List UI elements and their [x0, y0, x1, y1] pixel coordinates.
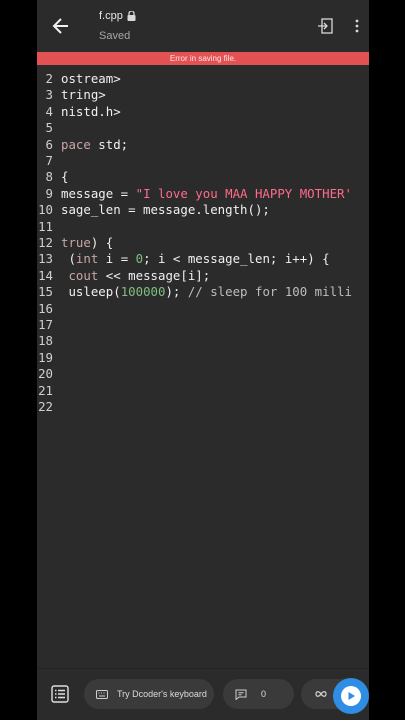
code-line: 10 sage_len = message.length(); — [37, 202, 369, 218]
line-number: 12 — [38, 235, 53, 250]
lock-icon — [127, 11, 136, 21]
line-number: 6 — [45, 136, 53, 152]
code-token: "I love you MAA HAPPY MOTHER' — [135, 185, 352, 201]
code-line: 9 message = "I love you MAA HAPPY MOTHER' — [37, 186, 369, 202]
more-vertical-icon[interactable] — [351, 18, 363, 34]
code-text: { — [61, 169, 68, 185]
line-number: 10 — [38, 202, 53, 218]
save-status: Saved — [99, 30, 131, 42]
code-line: 21 — [37, 383, 369, 399]
code-line: 11 — [37, 219, 369, 235]
comments-button[interactable]: 0 — [223, 679, 294, 709]
exit-icon[interactable] — [317, 18, 333, 34]
code-token: usleep( — [61, 284, 121, 300]
line-number: 7 — [45, 153, 53, 168]
comment-count: 0 — [261, 689, 267, 699]
code-text: nistd.h> — [61, 104, 121, 120]
code-line: 13 (int i = 0; i < message_len; i++) { — [37, 251, 369, 267]
line-number: 2 — [45, 71, 53, 86]
code-text: pace std; — [61, 137, 128, 153]
code-text: ostream> — [61, 71, 121, 87]
code-line: 2 ostream> — [37, 71, 369, 87]
code-line: 15 usleep(100000); // sleep for 100 mill… — [37, 284, 369, 300]
code-token: message = — [61, 185, 136, 201]
code-text: message = "I love you MAA HAPPY MOTHER' — [61, 186, 352, 202]
back-arrow-icon[interactable] — [51, 16, 71, 36]
top-bar: f.cpp Saved — [37, 0, 369, 50]
code-text: sage_len = message.length(); — [61, 202, 270, 218]
infinity-icon — [315, 691, 327, 697]
code-line: 17 — [37, 317, 369, 333]
code-token: { — [61, 169, 69, 185]
code-token: true — [61, 235, 91, 250]
code-token: ostream> — [61, 71, 121, 86]
code-line: 5 — [37, 120, 369, 136]
code-token: ( — [61, 251, 76, 267]
bottom-toolbar: Try Dcoder's keyboard 0 — [37, 668, 369, 720]
error-banner: Error in saving file. — [37, 52, 369, 65]
code-token: pace — [61, 136, 91, 152]
keyboard-label: Try Dcoder's keyboard — [117, 689, 207, 699]
code-text: cout << message[i]; — [61, 268, 210, 284]
code-token: ; i < message_len; i++) { — [143, 251, 330, 267]
code-line: 18 — [37, 333, 369, 349]
app-screen: f.cpp Saved Error in saving file. 2 ostre… — [37, 0, 369, 720]
code-token: int — [75, 251, 99, 267]
line-number: 13 — [38, 251, 53, 267]
code-line: 7 — [37, 153, 369, 169]
code-line: 12 true) { — [37, 235, 369, 251]
code-token: std; — [90, 136, 129, 152]
line-number: 3 — [45, 87, 53, 103]
line-number: 4 — [45, 103, 53, 119]
code-text: (int i = 0; i < message_len; i++) { — [61, 251, 330, 267]
play-icon — [348, 692, 355, 700]
code-token: cout — [68, 267, 99, 283]
code-token: i = — [98, 251, 136, 267]
comment-icon — [235, 689, 247, 700]
line-number: 9 — [45, 185, 53, 201]
line-number: 22 — [38, 399, 53, 414]
line-number: 16 — [38, 300, 53, 316]
code-text: usleep(100000); // sleep for 100 milli — [61, 284, 352, 300]
code-token: // sleep for 100 milli — [187, 284, 352, 300]
line-number: 11 — [38, 218, 53, 234]
code-editor[interactable]: 2 ostream> 3 tring> 4 nistd.h> 5 6 pace std; 7 8{9… — [37, 67, 369, 667]
line-number: 14 — [38, 267, 53, 283]
line-number: 8 — [45, 169, 53, 185]
code-line: 20 — [37, 366, 369, 382]
code-token: 0 — [135, 251, 144, 267]
line-number: 20 — [38, 366, 53, 382]
run-button[interactable] — [333, 678, 369, 714]
code-token: tring> — [61, 87, 106, 103]
code-token: sage_len = message.length(); — [61, 202, 270, 218]
line-number: 15 — [38, 284, 53, 300]
code-line: 4 nistd.h> — [37, 104, 369, 120]
file-name: f.cpp — [99, 10, 136, 22]
code-line: 6 pace std; — [37, 137, 369, 153]
line-number: 5 — [45, 120, 53, 136]
list-icon[interactable] — [51, 685, 69, 703]
code-text: tring> — [61, 87, 106, 103]
code-token: << message[i]; — [98, 267, 211, 283]
keyboard-icon — [96, 689, 108, 699]
line-number: 17 — [38, 317, 53, 332]
code-line: 3 tring> — [37, 87, 369, 103]
code-token: ) { — [90, 235, 114, 250]
code-line: 19 — [37, 350, 369, 366]
code-line: 14 cout << message[i]; — [37, 268, 369, 284]
line-number: 21 — [38, 382, 53, 398]
line-number: 18 — [38, 333, 53, 349]
code-line: 16 — [37, 301, 369, 317]
code-token: nistd.h> — [61, 103, 121, 119]
code-text: true) { — [61, 235, 113, 251]
keyboard-button[interactable]: Try Dcoder's keyboard — [84, 679, 214, 709]
code-line: 8{ — [37, 169, 369, 185]
line-number: 19 — [38, 349, 53, 365]
code-token: 100000 — [120, 284, 166, 300]
code-line: 22 — [37, 399, 369, 415]
code-token: ); — [165, 284, 188, 300]
